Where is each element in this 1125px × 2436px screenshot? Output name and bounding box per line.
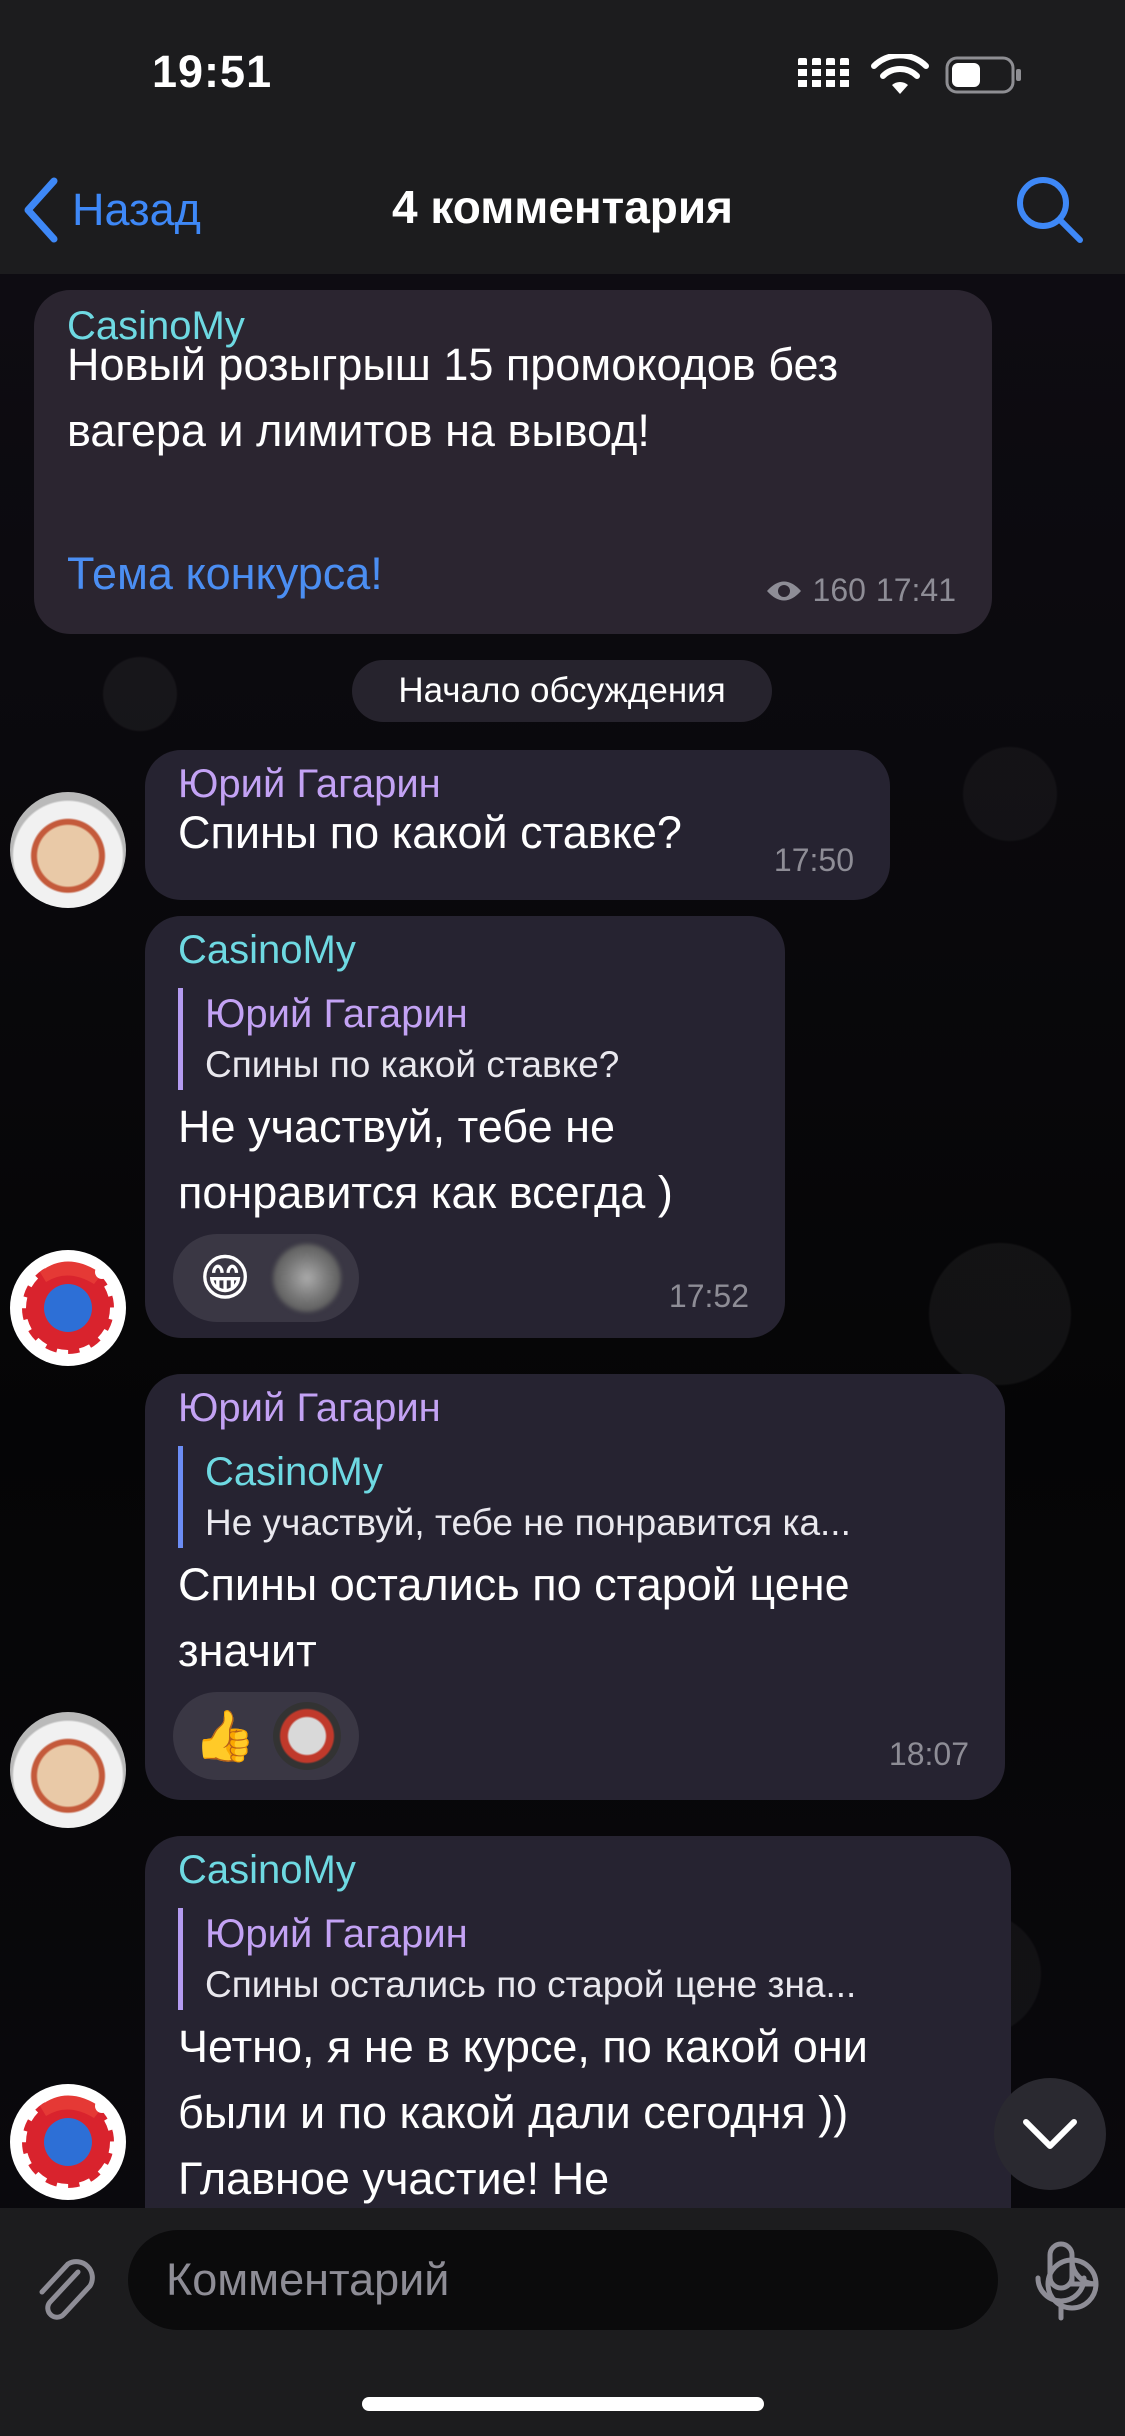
slot-machine-reaction[interactable] xyxy=(273,1702,341,1770)
message-text: Четно, я не в курсе, по какой они были и… xyxy=(178,2021,868,2204)
post-time: 17:41 xyxy=(875,572,956,608)
blurred-avatar-reaction[interactable] xyxy=(273,1244,341,1312)
message-time: 17:52 xyxy=(668,1278,749,1314)
message-bubble[interactable]: CasinoMy Юрий Гагарин Спины по какой ста… xyxy=(145,916,785,1338)
message-sender: CasinoMy xyxy=(178,928,356,972)
reply-text: Спины по какой ставке? xyxy=(205,1044,620,1085)
avatar[interactable] xyxy=(10,2084,126,2200)
message-time: 18:07 xyxy=(888,1736,969,1772)
message-time: 17:50 xyxy=(773,842,854,878)
reactions-bar[interactable]: 😁 xyxy=(173,1234,359,1322)
message-text: Спины остались по старой цене значит xyxy=(178,1559,850,1676)
message-text: Не участвуй, тебе не понравится как всег… xyxy=(178,1101,673,1218)
casino-logo-icon xyxy=(18,1258,118,1358)
post-meta: 160 17:41 xyxy=(765,572,956,609)
avatar[interactable] xyxy=(10,1250,126,1366)
reply-quote[interactable]: Юрий Гагарин Спины остались по старой це… xyxy=(178,1908,978,2010)
thumbs-up-reaction[interactable]: 👍 xyxy=(191,1702,259,1770)
channel-post[interactable]: CasinoMy Новый розыгрыш 15 промокодов бе… xyxy=(34,290,992,634)
message-bubble[interactable]: Юрий Гагарин CasinoMy Не участвуй, тебе … xyxy=(145,1374,1005,1800)
casino-logo-icon xyxy=(18,2092,118,2192)
battery-icon xyxy=(945,56,1021,94)
comment-input[interactable] xyxy=(166,2230,886,2330)
wifi-icon xyxy=(871,54,929,94)
scroll-down-button[interactable] xyxy=(994,2078,1106,2190)
comment-field[interactable] xyxy=(128,2230,1099,2330)
discussion-start-label: Начало обсуждения xyxy=(352,660,772,722)
status-time: 19:51 xyxy=(152,46,273,97)
status-bar: 19:51 xyxy=(0,0,1125,150)
search-icon[interactable] xyxy=(1012,172,1086,246)
eye-icon xyxy=(766,581,801,600)
reactions-bar[interactable]: 👍 xyxy=(173,1692,359,1780)
message-text: Спины по какой ставке? xyxy=(178,807,682,858)
cellular-signal-icon xyxy=(798,58,849,88)
page-title: 4 комментария xyxy=(391,181,734,233)
chat-area[interactable]: CasinoMy Новый розыгрыш 15 промокодов бе… xyxy=(0,274,1125,2208)
reply-quote[interactable]: Юрий Гагарин Спины по какой ставке? xyxy=(178,988,738,1090)
post-link[interactable]: Тема конкурса! xyxy=(67,548,383,600)
post-text: Новый розыгрыш 15 промокодов без вагера … xyxy=(67,339,839,456)
message-sender: Юрий Гагарин xyxy=(178,1386,441,1430)
reply-text: Спины остались по старой цене зна... xyxy=(205,1964,857,2005)
avatar[interactable] xyxy=(10,792,126,908)
message-sender: CasinoMy xyxy=(178,1848,356,1892)
grinning-face-reaction[interactable]: 😁 xyxy=(191,1244,259,1312)
message-bubble[interactable]: CasinoMy Юрий Гагарин Спины остались по … xyxy=(145,1836,1011,2208)
reply-sender: Юрий Гагарин xyxy=(205,1912,468,1956)
message-bubble[interactable]: Юрий Гагарин Спины по какой ставке? 17:5… xyxy=(145,750,890,900)
input-bar xyxy=(0,2208,1125,2436)
chevron-down-icon xyxy=(1023,2119,1077,2149)
microphone-icon[interactable] xyxy=(1032,2240,1090,2324)
home-indicator[interactable] xyxy=(362,2397,764,2411)
reply-sender: Юрий Гагарин xyxy=(205,992,468,1036)
navigation-bar: Назад 4 комментария xyxy=(0,150,1125,274)
views-count: 160 xyxy=(812,572,866,608)
reply-quote[interactable]: CasinoMy Не участвуй, тебе не понравится… xyxy=(178,1446,968,1548)
avatar[interactable] xyxy=(10,1712,126,1828)
paperclip-icon[interactable] xyxy=(30,2250,102,2330)
reply-sender: CasinoMy xyxy=(205,1450,383,1494)
reply-text: Не участвуй, тебе не понравится ка... xyxy=(205,1502,851,1543)
